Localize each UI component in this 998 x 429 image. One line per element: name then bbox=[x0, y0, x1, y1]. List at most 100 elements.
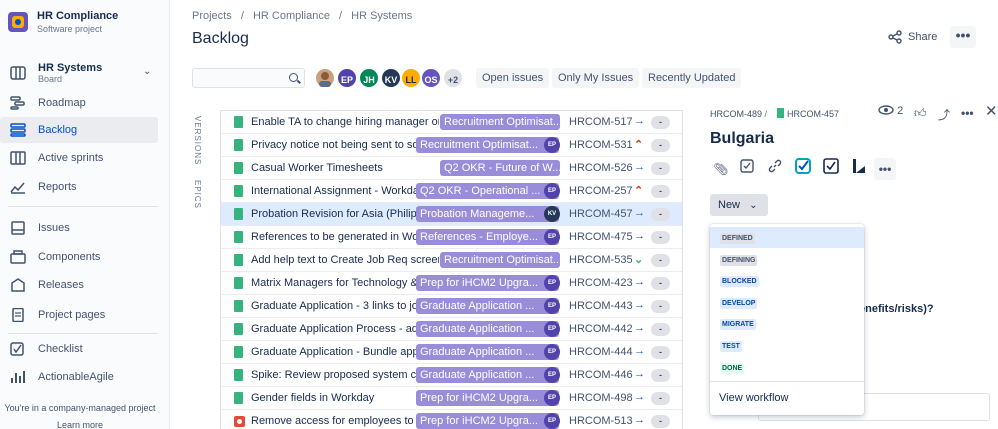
issue-key[interactable]: HRCOM-257 bbox=[569, 185, 633, 197]
issue-title[interactable]: Bulgaria bbox=[710, 130, 774, 148]
issue-key[interactable]: HRCOM-423 bbox=[569, 277, 633, 289]
estimate-badge[interactable]: - bbox=[651, 116, 670, 129]
share-icon[interactable]: ⤴ bbox=[938, 106, 950, 123]
status-option-blocked[interactable]: BLOCKED bbox=[710, 270, 864, 291]
status-option-develop[interactable]: DEVELOP bbox=[710, 292, 864, 313]
issue-key[interactable]: HRCOM-446 bbox=[569, 369, 633, 381]
share-button[interactable]: Share bbox=[888, 27, 937, 47]
issue-row[interactable]: Graduate Application - 3 links to jou Gra… bbox=[221, 295, 682, 318]
epics-panel-toggle[interactable]: EPICS bbox=[193, 180, 202, 209]
assignee-avatar[interactable]: EP bbox=[544, 413, 560, 429]
sidebar-item-roadmap[interactable]: Roadmap bbox=[0, 90, 158, 116]
checkbox-icon[interactable] bbox=[820, 158, 842, 180]
sidebar-item-checklist[interactable]: Checklist bbox=[0, 336, 158, 362]
issue-row[interactable]: Graduate Application - Bundle appli Gradu… bbox=[221, 341, 682, 364]
estimate-badge[interactable]: - bbox=[651, 208, 670, 221]
issue-key-link[interactable]: HRCOM-457 bbox=[787, 109, 839, 119]
assignee-avatar[interactable]: EP bbox=[544, 137, 560, 153]
epic-badge[interactable]: Graduate Application ... bbox=[416, 321, 559, 337]
sidebar-item-actionableagile[interactable]: ActionableAgile bbox=[0, 364, 158, 390]
status-option-done[interactable]: DONE bbox=[710, 357, 864, 378]
issue-row[interactable]: Privacy notice not being sent to som Recr… bbox=[221, 134, 682, 157]
more-actions-button[interactable]: ••• bbox=[950, 26, 976, 48]
open-issues-filter[interactable]: Open issues bbox=[476, 68, 550, 88]
status-option-test[interactable]: TEST bbox=[710, 335, 864, 356]
issue-key[interactable]: HRCOM-442 bbox=[569, 323, 633, 335]
epic-badge[interactable]: Prep for iHCM2 Upgra... bbox=[416, 275, 559, 291]
issue-key[interactable]: HRCOM-475 bbox=[569, 231, 633, 243]
assignee-avatar[interactable]: EP bbox=[544, 367, 560, 383]
thumbs-up-icon[interactable]: 👍︎ bbox=[914, 106, 927, 121]
sidebar-item-components[interactable]: Components bbox=[0, 244, 158, 270]
issue-row[interactable]: Matrix Managers for Technology & F Prep f… bbox=[221, 272, 682, 295]
breadcrumb-project[interactable]: HR Compliance bbox=[253, 10, 330, 22]
epic-badge[interactable]: References - Employe... bbox=[416, 229, 559, 245]
versions-panel-toggle[interactable]: VERSIONS bbox=[193, 116, 202, 165]
assignee-avatar[interactable]: EP bbox=[544, 229, 560, 245]
epic-badge[interactable]: Prep for iHCM2 Upgra... bbox=[416, 390, 559, 406]
sidebar-item-project-pages[interactable]: Project pages bbox=[0, 302, 158, 328]
epic-badge[interactable]: Graduate Application ... bbox=[416, 298, 559, 314]
status-option-migrate[interactable]: MIGRATE bbox=[710, 313, 864, 334]
watch-button[interactable]: 2 bbox=[878, 105, 903, 117]
issue-key[interactable]: HRCOM-444 bbox=[569, 346, 633, 358]
assignee-avatar[interactable]: KV bbox=[544, 206, 560, 222]
epic-badge[interactable]: Probation Manageme... bbox=[416, 206, 559, 222]
sidebar-item-backlog[interactable]: Backlog bbox=[0, 117, 158, 143]
issue-row[interactable]: Casual Worker Timesheets Q2 OKR - Future … bbox=[221, 157, 682, 180]
avatar-more[interactable]: +2 bbox=[442, 67, 464, 89]
status-option-defining[interactable]: DEFINING bbox=[710, 249, 864, 270]
epic-badge[interactable]: Graduate Application ... bbox=[416, 344, 559, 360]
assignee-avatar[interactable]: EP bbox=[544, 275, 560, 291]
estimate-badge[interactable]: - bbox=[651, 162, 670, 175]
issue-key[interactable]: HRCOM-443 bbox=[569, 300, 633, 312]
issue-key[interactable]: HRCOM-526 bbox=[569, 162, 633, 174]
estimate-badge[interactable]: - bbox=[651, 277, 670, 290]
issue-key[interactable]: HRCOM-513 bbox=[569, 415, 633, 427]
board-switcher[interactable]: HR Systems Board ⌄ bbox=[0, 58, 158, 88]
only-my-issues-filter[interactable]: Only My Issues bbox=[552, 68, 640, 88]
issue-key[interactable]: HRCOM-457 bbox=[569, 208, 633, 220]
epic-badge[interactable]: Prep for iHCM2 Upgra... bbox=[416, 413, 559, 429]
issue-row[interactable]: Spike: Review proposed system cap Graduat… bbox=[221, 364, 682, 387]
sidebar-item-releases[interactable]: Releases bbox=[0, 272, 158, 298]
child-issue-icon[interactable] bbox=[736, 158, 758, 180]
status-option-defined[interactable]: DEFINED bbox=[710, 227, 864, 248]
estimate-badge[interactable]: - bbox=[651, 231, 670, 244]
estimate-badge[interactable]: - bbox=[651, 415, 670, 428]
epic-badge[interactable]: Q2 OKR - Future of W... bbox=[440, 160, 560, 176]
estimate-badge[interactable]: - bbox=[651, 139, 670, 152]
issue-row[interactable]: Remove access for employees to change Pre… bbox=[221, 410, 682, 429]
avatar-ll[interactable]: LL bbox=[400, 67, 422, 89]
avatar-ep[interactable]: EP bbox=[336, 67, 358, 89]
estimate-badge[interactable]: - bbox=[651, 323, 670, 336]
issue-key[interactable]: HRCOM-498 bbox=[569, 392, 633, 404]
sidebar-item-issues[interactable]: Issues bbox=[0, 215, 158, 241]
estimate-badge[interactable]: - bbox=[651, 185, 670, 198]
assignee-avatar[interactable]: EP bbox=[544, 390, 560, 406]
avatar-os[interactable]: OS bbox=[420, 67, 442, 89]
epic-badge[interactable]: Q2 OKR - Operational ... bbox=[416, 183, 559, 199]
issue-row[interactable]: Add help text to Create Job Req screen -… bbox=[221, 249, 682, 272]
more-apps-button[interactable]: ••• bbox=[874, 158, 896, 180]
more-icon[interactable]: ••• bbox=[961, 106, 974, 120]
epic-badge[interactable]: Recruitment Optimisat... bbox=[416, 137, 559, 153]
issue-key[interactable]: HRCOM-531 bbox=[569, 139, 633, 151]
estimate-badge[interactable]: - bbox=[651, 392, 670, 405]
epic-badge[interactable]: Graduate Application ... bbox=[416, 367, 559, 383]
link-icon[interactable] bbox=[764, 158, 786, 180]
parent-issue-link[interactable]: HRCOM-489 bbox=[710, 109, 762, 119]
breadcrumb-board[interactable]: HR Systems bbox=[351, 10, 412, 22]
assignee-avatar[interactable]: EP bbox=[544, 183, 560, 199]
recently-updated-filter[interactable]: Recently Updated bbox=[642, 68, 742, 88]
estimate-badge[interactable]: - bbox=[651, 369, 670, 382]
view-workflow-link[interactable]: View workflow bbox=[719, 392, 789, 404]
issue-row[interactable]: Graduate Application Process - add Gradua… bbox=[221, 318, 682, 341]
sidebar-item-reports[interactable]: Reports bbox=[0, 174, 158, 200]
breadcrumb-projects[interactable]: Projects bbox=[192, 10, 232, 22]
estimate-badge[interactable]: - bbox=[651, 300, 670, 313]
avatar[interactable] bbox=[314, 67, 336, 89]
epic-badge[interactable]: Recruitment Optimisat... bbox=[440, 252, 560, 268]
issue-row[interactable]: International Assignment - Workday Q2 OKR… bbox=[221, 180, 682, 203]
estimate-badge[interactable]: - bbox=[651, 346, 670, 359]
